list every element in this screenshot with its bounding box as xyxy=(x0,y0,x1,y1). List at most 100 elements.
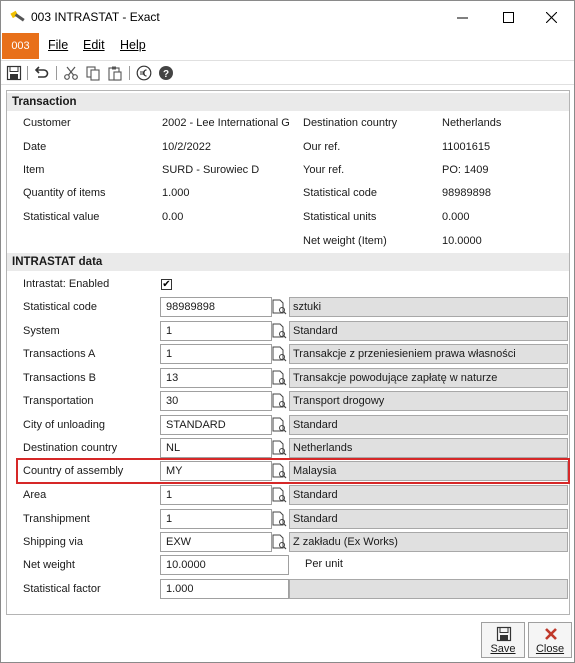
row-area-label: Area xyxy=(23,489,47,501)
transportation-desc: Transport drogowy xyxy=(289,391,568,411)
statistical-value-value: 0.00 xyxy=(162,211,184,223)
menu-edit[interactable]: Edit xyxy=(83,38,105,52)
lookup-icon[interactable] xyxy=(270,485,288,505)
statistical-code-field[interactable]: 98989898 xyxy=(160,297,272,317)
area-field[interactable]: 1 xyxy=(160,485,272,505)
menu-edit-label: Edit xyxy=(83,38,105,52)
toolbar-separator xyxy=(129,66,130,80)
net-weight-field[interactable]: 10.0000 xyxy=(160,555,289,575)
title-bar: 003 INTRASTAT - Exact xyxy=(1,1,574,33)
row-statistical-code-label: Statistical code xyxy=(23,301,97,313)
lookup-icon[interactable] xyxy=(270,344,288,364)
intrastat-header: INTRASTAT data xyxy=(7,253,569,271)
item-value: SURD - Surowiec D xyxy=(162,164,260,176)
destination-country-desc: Netherlands xyxy=(289,438,568,458)
save-icon[interactable] xyxy=(6,65,22,81)
wrench-icon xyxy=(10,10,25,22)
transhipment-field[interactable]: 1 xyxy=(160,509,272,529)
close-button-label: Close xyxy=(535,643,565,655)
menu-file-label: File xyxy=(48,38,69,52)
shipping-via-field[interactable]: EXW xyxy=(160,532,272,552)
date-label: Date xyxy=(23,141,47,153)
row-transhipment-label: Transhipment xyxy=(23,513,90,525)
lookup-icon[interactable] xyxy=(270,509,288,529)
statistical-units-value: 0.000 xyxy=(442,211,470,223)
minimize-icon xyxy=(456,17,468,18)
city-of-unloading-desc: Standard xyxy=(289,415,568,435)
lookup-icon[interactable] xyxy=(270,415,288,435)
area-desc: Standard xyxy=(289,485,568,505)
row-transactions-b-label: Transactions B xyxy=(23,372,96,384)
transactions-b-field[interactable]: 13 xyxy=(160,368,272,388)
system-field[interactable]: 1 xyxy=(160,321,272,341)
city-of-unloading-field[interactable]: STANDARD xyxy=(160,415,272,435)
transactions-a-desc: Transakcje z przeniesieniem prawa własno… xyxy=(289,344,568,364)
your-ref-value: PO: 1409 xyxy=(442,164,489,176)
lookup-icon[interactable] xyxy=(270,297,288,317)
window-title: 003 INTRASTAT - Exact xyxy=(31,10,160,24)
lookup-icon[interactable] xyxy=(270,391,288,411)
intrastat-enabled-label: Intrastat: Enabled xyxy=(23,278,110,290)
destination-country-field[interactable]: NL xyxy=(160,438,272,458)
intrastat-enabled-checkbox[interactable]: ✔ xyxy=(161,279,172,290)
close-button[interactable]: Close xyxy=(528,622,572,658)
cut-icon[interactable] xyxy=(63,65,79,81)
transhipment-desc: Standard xyxy=(289,509,568,529)
date-value: 10/2/2022 xyxy=(162,141,211,153)
statistical-code-label: Statistical code xyxy=(303,187,377,199)
row-destination-country-label: Destination country xyxy=(23,442,118,454)
customer-label: Customer xyxy=(23,117,71,129)
destination-country-value: Netherlands xyxy=(442,117,502,129)
net-weight-label: Net weight xyxy=(23,559,75,571)
euro-icon[interactable] xyxy=(136,65,152,81)
statistical-factor-label: Statistical factor xyxy=(23,583,101,595)
your-ref-label: Your ref. xyxy=(303,164,345,176)
transactions-a-field[interactable]: 1 xyxy=(160,344,272,364)
our-ref-value: 11001615 xyxy=(442,141,491,153)
row-transportation-label: Transportation xyxy=(23,395,94,407)
menu-file[interactable]: File xyxy=(48,38,68,52)
statistical-value-label: Statistical value xyxy=(23,211,100,223)
save-button[interactable]: Save xyxy=(481,622,525,658)
toolbar-separator xyxy=(27,66,28,80)
menu-help[interactable]: Help xyxy=(120,38,146,52)
quantity-value: 1.000 xyxy=(162,187,190,199)
transactions-b-desc: Transakcje powodujące zapłatę w naturze xyxy=(289,368,568,388)
help-icon[interactable]: ? xyxy=(158,65,174,81)
statistical-code-value: 98989898 xyxy=(442,187,491,199)
statistical-factor-field[interactable]: 1.000 xyxy=(160,579,289,599)
svg-text:?: ? xyxy=(163,69,169,80)
net-weight-item-label: Net weight (Item) xyxy=(303,235,387,247)
net-weight-item-value: 10.0000 xyxy=(442,235,482,247)
minimize-button[interactable] xyxy=(439,1,485,33)
country-of-assembly-highlight xyxy=(16,458,570,484)
transaction-header: Transaction xyxy=(7,93,569,111)
customer-value: 2002 - Lee International G xyxy=(162,117,290,129)
lookup-icon[interactable] xyxy=(270,532,288,552)
paste-icon[interactable] xyxy=(107,65,123,81)
close-window-button[interactable] xyxy=(528,1,574,33)
shipping-via-desc: Z zakładu (Ex Works) xyxy=(289,532,568,552)
intrastat-window: 003 INTRASTAT - Exact 003 File Edit Help xyxy=(0,0,575,663)
lookup-icon[interactable] xyxy=(270,321,288,341)
copy-icon[interactable] xyxy=(85,65,101,81)
destination-country-label: Destination country xyxy=(303,117,398,129)
row-shipping-via-label: Shipping via xyxy=(23,536,83,548)
menu-help-label: Help xyxy=(120,38,146,52)
lookup-icon[interactable] xyxy=(270,368,288,388)
row-transactions-a-label: Transactions A xyxy=(23,348,96,360)
save-icon xyxy=(496,626,512,642)
lookup-icon[interactable] xyxy=(270,438,288,458)
quantity-label: Quantity of items xyxy=(23,187,106,199)
undo-icon[interactable] xyxy=(33,65,49,81)
save-button-label: Save xyxy=(490,643,516,655)
close-icon xyxy=(545,11,557,23)
toolbar-separator xyxy=(56,66,57,80)
maximize-icon xyxy=(502,11,514,23)
company-badge: 003 xyxy=(2,33,39,59)
close-icon xyxy=(545,628,557,640)
maximize-button[interactable] xyxy=(485,1,531,33)
transportation-field[interactable]: 30 xyxy=(160,391,272,411)
row-city-of-unloading-label: City of unloading xyxy=(23,419,105,431)
row-system-label: System xyxy=(23,325,60,337)
